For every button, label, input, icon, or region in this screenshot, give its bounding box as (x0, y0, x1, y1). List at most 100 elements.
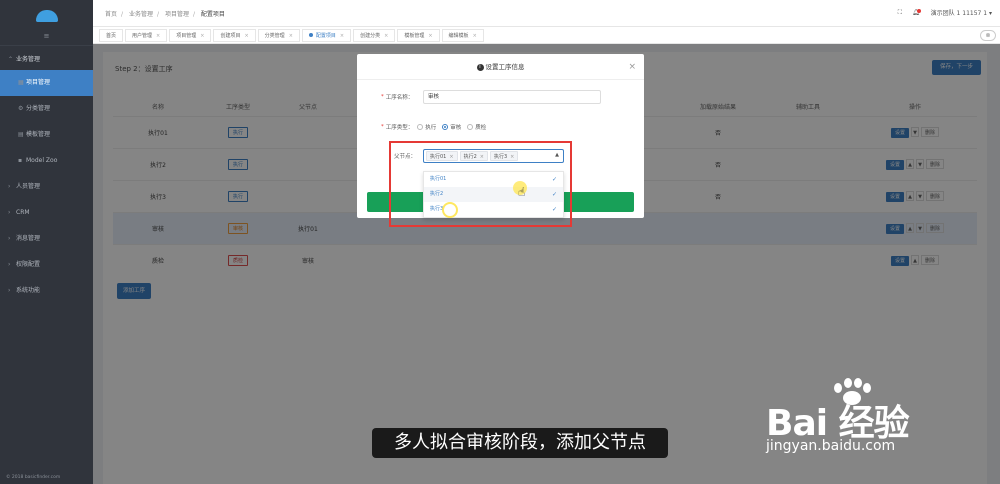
label-text: 工序名称： (385, 95, 414, 101)
list-icon: ▦ (18, 79, 24, 86)
close-icon[interactable]: × (340, 33, 344, 39)
tab-label: 用户管理 (132, 32, 153, 39)
label-text: 工序类型： (385, 125, 414, 131)
baidu-watermark: Bai 经验 jingyan.baidu.com (766, 372, 910, 454)
tab-home[interactable]: 首页 (99, 28, 124, 42)
sidebar-collapse-button[interactable]: ≡ (0, 32, 93, 46)
radio-icon (467, 124, 474, 130)
sidebar-group-label: CRM (16, 209, 30, 216)
info-icon: i (476, 63, 484, 71)
sidebar-group-system[interactable]: › 系统功能 (0, 278, 93, 304)
close-icon[interactable]: × (384, 33, 388, 39)
radio-label: 审核 (450, 125, 462, 131)
tab-edit-template[interactable]: 编辑模板 × (441, 28, 484, 42)
chevron-right-icon: › (8, 183, 11, 190)
notification-badge (916, 9, 921, 13)
sidebar-item-model-zoo[interactable]: ▪ Model Zoo (0, 148, 93, 174)
copyright-text: © 2018 basicfinder.com (6, 475, 61, 480)
annotation-highlight-box (389, 141, 572, 227)
active-dot-icon (308, 33, 313, 37)
template-icon: ▤ (18, 131, 24, 138)
close-icon[interactable]: × (628, 54, 636, 80)
sidebar-item-label: 分类管理 (26, 105, 51, 112)
cloud-logo-icon (35, 10, 58, 22)
sidebar-group-personnel[interactable]: › 人员管理 (0, 174, 93, 200)
sidebar-group-messages[interactable]: › 消息管理 (0, 226, 93, 252)
hand-cursor-icon: ☝ (518, 185, 526, 199)
tab-user-manage[interactable]: 用户管理 × (125, 28, 168, 42)
sidebar-item-category-manage[interactable]: ⚙ 分类管理 (0, 96, 93, 122)
model-icon: ▪ (18, 157, 23, 164)
sidebar-group-crm[interactable]: › CRM (0, 200, 93, 226)
modal-title: 设置工序信息 (485, 63, 525, 71)
chevron-right-icon: › (8, 261, 11, 268)
type-row: * 工序类型： 执行 审核 质检 (381, 123, 487, 131)
close-icon[interactable]: × (244, 33, 248, 39)
sidebar-item-label: 项目管理 (26, 79, 51, 86)
app-logo[interactable] (0, 0, 93, 32)
sidebar-group-permissions[interactable]: › 权限配置 (0, 252, 93, 278)
sidebar-group-business[interactable]: ⌃ 业务管理 (0, 50, 93, 70)
tab-create-category[interactable]: 创建分类 × (353, 28, 396, 42)
tab-label: 编辑模板 (448, 32, 469, 39)
sidebar-group-label: 系统功能 (16, 287, 41, 294)
breadcrumb-item[interactable]: 项目管理 (165, 11, 189, 18)
sidebar-group-label: 权限配置 (16, 261, 41, 268)
close-all-tabs-icon[interactable]: ⊗ (980, 30, 996, 41)
tab-bar: 首页 用户管理 × 项目管理 × 创建项目 × 分类管理 × 配置项目 × 创建分类 × 模… (93, 27, 1000, 44)
tab-label: 分类管理 (264, 32, 285, 39)
close-icon[interactable]: × (156, 33, 160, 39)
tab-project-manage[interactable]: 项目管理 × (169, 28, 212, 42)
close-icon[interactable]: × (473, 33, 477, 39)
radio-exec[interactable]: 执行 (417, 123, 436, 131)
tab-label: 创建项目 (220, 32, 241, 39)
tab-label: 项目管理 (176, 32, 197, 39)
close-icon[interactable]: × (289, 33, 293, 39)
chevron-right-icon: › (8, 209, 11, 216)
fullscreen-icon[interactable]: ⛶ (898, 9, 902, 17)
tab-label: 配置项目 (315, 32, 336, 39)
topbar: 首页 / 业务管理 / 项目管理 / 配置项目 ⛶ 🔔︎ 演示团队 1 11157 1… (93, 0, 1000, 27)
tab-category-manage[interactable]: 分类管理 × (257, 28, 300, 42)
tab-config-project[interactable]: 配置项目 × (301, 28, 352, 42)
tab-label: 模板管理 (404, 32, 425, 39)
user-name: 演示团队 1 11157 1 (930, 10, 988, 17)
tab-create-project[interactable]: 创建项目 × (213, 28, 256, 42)
breadcrumb-current: 配置项目 (200, 10, 225, 18)
modal-header: i 设置工序信息 × (357, 54, 644, 80)
gear-icon: ⚙ (18, 105, 24, 112)
watermark-url: jingyan.baidu.com (766, 438, 896, 454)
tab-label: 创建分类 (360, 32, 381, 39)
breadcrumb-item[interactable]: 首页 (105, 11, 117, 18)
radio-review[interactable]: 审核 (442, 123, 461, 131)
chevron-up-icon: ⌃ (8, 56, 14, 63)
sidebar-item-project-manage[interactable]: ▦ 项目管理 (0, 70, 93, 96)
radio-qc[interactable]: 质检 (467, 123, 486, 131)
sidebar-item-template-manage[interactable]: ▤ 模板管理 (0, 122, 93, 148)
process-name-input[interactable]: 审核 (423, 90, 601, 104)
breadcrumb-item[interactable]: 业务管理 (129, 11, 153, 18)
topbar-actions: ⛶ 🔔︎ 演示团队 1 11157 1 ▾ (898, 8, 992, 18)
chevron-right-icon: › (8, 235, 11, 242)
click-ring-icon (442, 202, 458, 218)
close-icon[interactable]: × (428, 33, 432, 39)
user-menu[interactable]: 演示团队 1 11157 1 ▾ (931, 8, 992, 17)
video-subtitle: 多人拟合审核阶段，添加父节点 (372, 428, 668, 458)
sidebar-item-label: 模板管理 (26, 131, 51, 138)
bell-icon[interactable]: 🔔︎ (912, 9, 921, 16)
chevron-right-icon: › (8, 287, 11, 294)
sidebar-nav: ⌃ 业务管理 ▦ 项目管理 ⚙ 分类管理 ▤ 模板管理 ▪ Model Zoo › 人员管理… (0, 46, 93, 304)
radio-icon (417, 124, 424, 130)
radio-label: 执行 (425, 125, 437, 131)
sidebar-item-label: Model Zoo (26, 157, 58, 164)
sidebar-group-label: 人员管理 (16, 183, 41, 190)
tab-template-manage[interactable]: 模板管理 × (397, 28, 440, 42)
sidebar-group-label: 业务管理 (16, 56, 41, 63)
radio-checked-icon (442, 124, 449, 130)
radio-label: 质检 (475, 125, 487, 131)
sidebar-group-label: 消息管理 (16, 235, 41, 242)
close-icon[interactable]: × (200, 33, 204, 39)
tab-label: 首页 (106, 32, 117, 39)
sidebar: ≡ ⌃ 业务管理 ▦ 项目管理 ⚙ 分类管理 ▤ 模板管理 ▪ Model Zoo › 人员… (0, 0, 93, 484)
name-label: * 工序名称： (381, 94, 414, 101)
